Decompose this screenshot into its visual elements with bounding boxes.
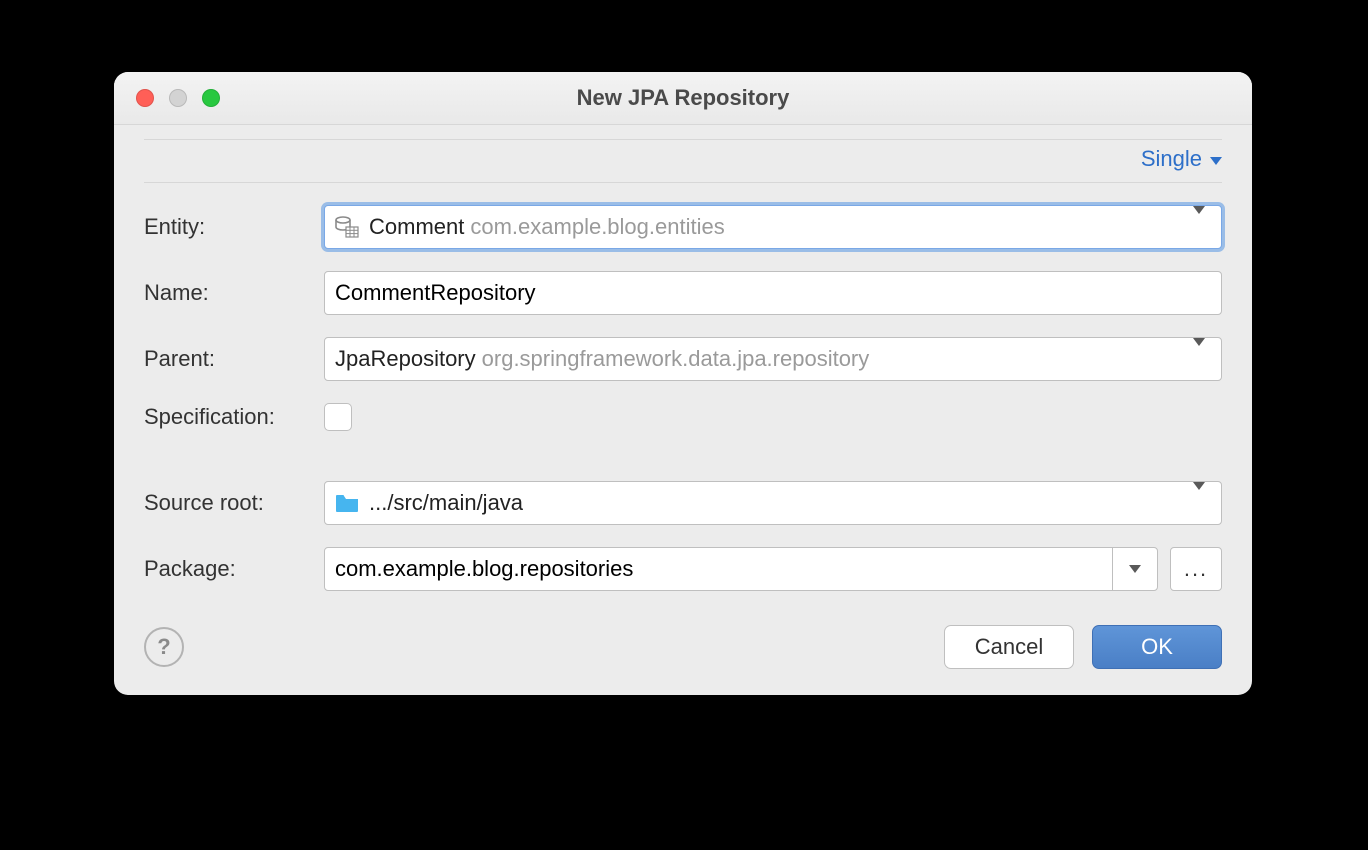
parent-label: Parent:: [144, 346, 324, 372]
chevron-down-icon: [1193, 490, 1205, 516]
chevron-down-icon: [1193, 214, 1205, 240]
package-field: [324, 547, 1158, 591]
parent-package: org.springframework.data.jpa.repository: [482, 346, 870, 372]
help-button[interactable]: ?: [144, 627, 184, 667]
entity-package: com.example.blog.entities: [470, 214, 724, 240]
cancel-button[interactable]: Cancel: [944, 625, 1074, 669]
entity-label: Entity:: [144, 214, 324, 240]
parent-name: JpaRepository: [335, 346, 476, 372]
titlebar: New JPA Repository: [114, 72, 1252, 125]
package-input[interactable]: [335, 548, 1147, 590]
source-root-text: .../src/main/java: [369, 490, 523, 516]
ellipsis-icon: ...: [1184, 556, 1208, 582]
specification-checkbox[interactable]: [324, 403, 352, 431]
entity-icon: [335, 216, 359, 238]
close-window-button[interactable]: [136, 89, 154, 107]
window-title: New JPA Repository: [114, 85, 1252, 111]
specification-label: Specification:: [144, 404, 324, 430]
window-controls: [114, 89, 220, 107]
name-field-wrapper: [324, 271, 1222, 315]
source-root-label: Source root:: [144, 490, 324, 516]
entity-name: Comment: [369, 214, 464, 240]
help-icon: ?: [157, 634, 170, 660]
folder-icon: [335, 493, 359, 513]
parent-combobox[interactable]: JpaRepository org.springframework.data.j…: [324, 337, 1222, 381]
package-browse-button[interactable]: ...: [1170, 547, 1222, 591]
mode-selector[interactable]: Single: [1141, 146, 1222, 172]
zoom-window-button[interactable]: [202, 89, 220, 107]
chevron-down-icon: [1129, 565, 1141, 573]
ok-button[interactable]: OK: [1092, 625, 1222, 669]
name-input[interactable]: [335, 272, 1211, 314]
source-root-dropdown[interactable]: .../src/main/java: [324, 481, 1222, 525]
package-history-dropdown[interactable]: [1112, 548, 1157, 590]
package-label: Package:: [144, 556, 324, 582]
chevron-down-icon: [1210, 157, 1222, 165]
name-label: Name:: [144, 280, 324, 306]
mode-bar: Single: [144, 139, 1222, 183]
entity-combobox[interactable]: Comment com.example.blog.entities: [324, 205, 1222, 249]
minimize-window-button[interactable]: [169, 89, 187, 107]
new-jpa-repository-dialog: New JPA Repository Single Entity:: [114, 72, 1252, 695]
mode-label: Single: [1141, 146, 1202, 172]
chevron-down-icon: [1193, 346, 1205, 372]
